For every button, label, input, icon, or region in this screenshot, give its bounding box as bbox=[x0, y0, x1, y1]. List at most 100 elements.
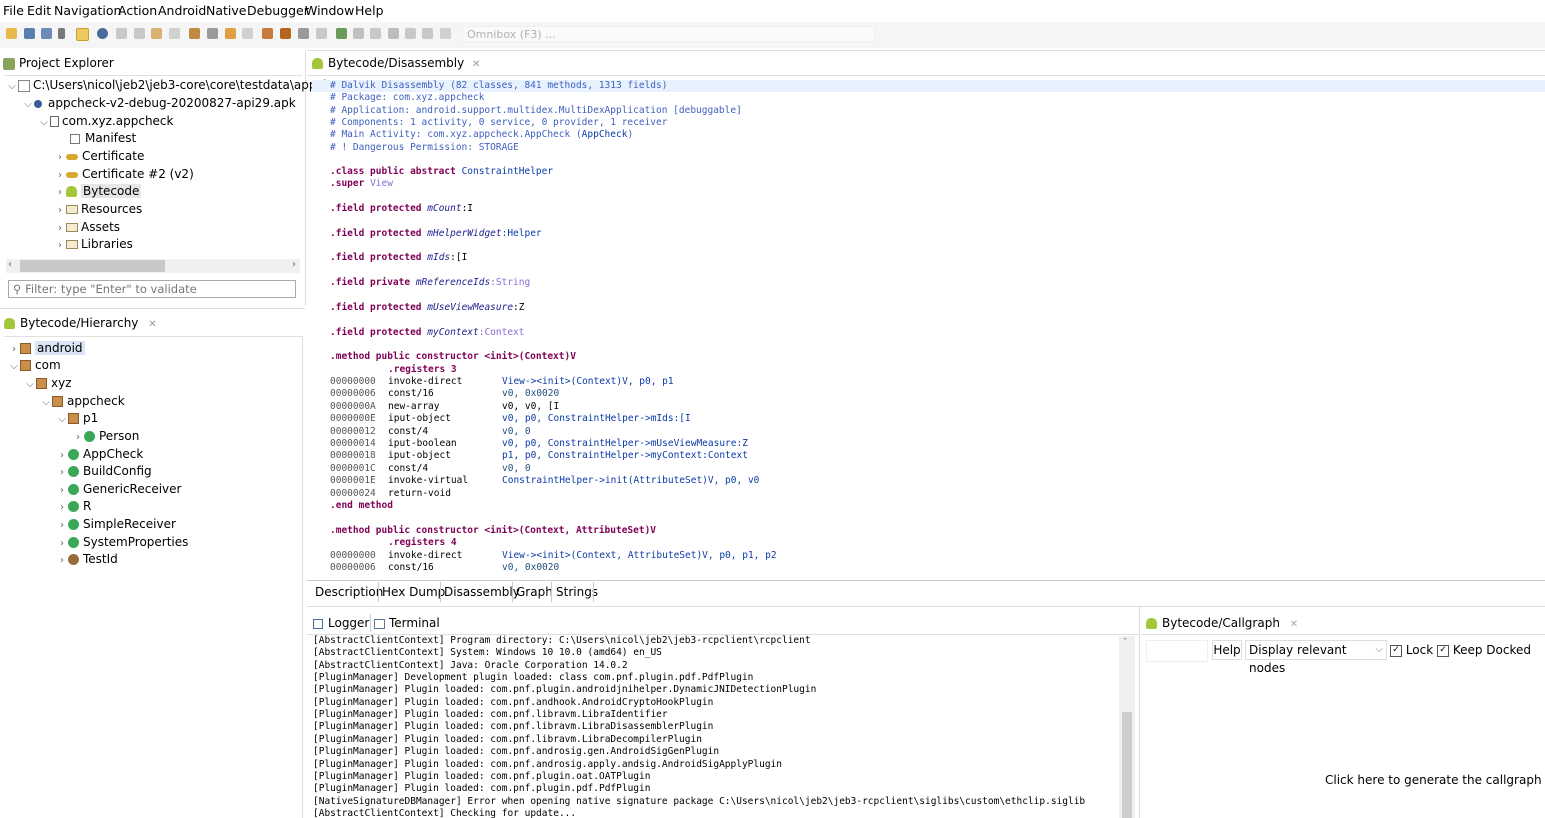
step-out-icon[interactable] bbox=[440, 28, 451, 39]
menu-action[interactable]: Action bbox=[118, 3, 157, 18]
decompile-icon[interactable] bbox=[189, 28, 200, 39]
terminal-tab[interactable]: Terminal bbox=[374, 612, 440, 634]
chevron-down-icon[interactable]: ⌵ bbox=[40, 394, 52, 411]
instruction-line[interactable]: 0000001E invoke-virtual ConstraintHelper->… bbox=[330, 475, 759, 487]
field-name[interactable]: mHelperWidget bbox=[427, 228, 501, 239]
node-appcheck-class[interactable]: › AppCheck bbox=[56, 446, 143, 463]
tree-root-path[interactable]: ⌵ C:\Users\nicol\jeb2\jeb3-core\core\test… bbox=[6, 77, 330, 95]
tab-graph[interactable]: Graph bbox=[516, 583, 553, 601]
globe-icon[interactable] bbox=[97, 28, 108, 39]
instruction-line[interactable]: 00000000 invoke-direct View-><init>(Contex… bbox=[330, 376, 674, 388]
field-name[interactable]: myContext bbox=[427, 327, 478, 338]
tree-package[interactable]: ⌵ com.xyz.appcheck bbox=[38, 113, 173, 130]
close-icon[interactable]: ✕ bbox=[148, 319, 156, 330]
graph-icon[interactable] bbox=[298, 28, 309, 39]
logger-vertical-scrollbar[interactable]: ˆ bbox=[1119, 636, 1135, 818]
chevron-right-icon[interactable]: › bbox=[54, 149, 66, 166]
edit-icon[interactable] bbox=[225, 28, 236, 39]
field-name[interactable]: mReferenceIds bbox=[416, 277, 490, 288]
menu-navigation[interactable]: Navigation bbox=[54, 3, 121, 18]
tree-assets[interactable]: › Assets bbox=[54, 219, 120, 236]
field-name[interactable]: mUseViewMeasure bbox=[427, 302, 513, 313]
chevron-right-icon[interactable]: › bbox=[72, 429, 84, 446]
chevron-right-icon[interactable]: › bbox=[54, 237, 66, 254]
open-icon[interactable] bbox=[6, 28, 17, 39]
disassembly-view[interactable]: # Dalvik Disassembly (82 classes, 841 me… bbox=[312, 80, 1545, 578]
search-icon[interactable] bbox=[76, 28, 89, 41]
node-systemproperties[interactable]: › SystemProperties bbox=[56, 534, 188, 551]
instruction-line[interactable]: 0000001C const/4 v0, 0 bbox=[330, 463, 531, 475]
chevron-right-icon[interactable]: › bbox=[56, 552, 68, 569]
chevron-right-icon[interactable]: › bbox=[56, 535, 68, 552]
help-button[interactable]: Help bbox=[1212, 640, 1242, 660]
chevron-down-icon[interactable]: ⌵ bbox=[6, 78, 18, 95]
node-xyz[interactable]: ⌵ xyz bbox=[24, 375, 71, 393]
menu-edit[interactable]: Edit bbox=[27, 3, 51, 18]
chevron-down-icon[interactable]: ⌵ bbox=[24, 376, 36, 393]
node-simplereceiver[interactable]: › SimpleReceiver bbox=[56, 516, 176, 533]
menu-window[interactable]: Window bbox=[305, 3, 354, 18]
chevron-right-icon[interactable]: › bbox=[56, 447, 68, 464]
comment-icon[interactable] bbox=[242, 28, 253, 39]
node-r[interactable]: › R bbox=[56, 498, 91, 515]
lock-checkbox[interactable]: ✓ Lock bbox=[1390, 643, 1433, 657]
rename-icon[interactable] bbox=[207, 28, 218, 39]
menu-help[interactable]: Help bbox=[355, 3, 384, 18]
node-testid[interactable]: › TestId bbox=[56, 551, 118, 568]
omnibox-input[interactable]: Omnibox (F3) ... bbox=[462, 26, 875, 42]
step-over-icon[interactable] bbox=[422, 28, 433, 39]
instruction-line[interactable]: 00000000 invoke-direct View-><init>(Contex… bbox=[330, 550, 777, 562]
callgraph-search-input[interactable] bbox=[1146, 640, 1208, 662]
menu-debugger[interactable]: Debugger bbox=[247, 3, 309, 18]
scroll-left-icon[interactable]: ‹ bbox=[8, 259, 12, 270]
class-name-link[interactable]: ConstraintHelper bbox=[462, 166, 554, 177]
instruction-line[interactable]: 00000014 iput-boolean v0, p0, ConstraintHe… bbox=[330, 438, 748, 450]
packages-icon[interactable] bbox=[280, 28, 291, 39]
chevron-right-icon[interactable]: › bbox=[54, 220, 66, 237]
callgraph-canvas[interactable] bbox=[1142, 666, 1545, 818]
package-icon[interactable] bbox=[262, 28, 273, 39]
save-icon[interactable] bbox=[24, 28, 35, 39]
generate-callgraph-hint[interactable]: Click here to generate the callgraph bbox=[1325, 773, 1542, 787]
node-genericreceiver[interactable]: › GenericReceiver bbox=[56, 481, 181, 498]
chevron-down-icon[interactable]: ⌵ bbox=[8, 358, 20, 375]
back-icon[interactable] bbox=[151, 28, 162, 39]
chevron-right-icon[interactable]: › bbox=[56, 482, 68, 499]
field-name[interactable]: mIds bbox=[427, 252, 450, 263]
logger-output[interactable]: [AbstractClientContext] Program director… bbox=[307, 635, 1117, 818]
close-project-icon[interactable] bbox=[58, 28, 65, 39]
tab-description[interactable]: Description bbox=[315, 583, 383, 601]
properties-icon[interactable] bbox=[41, 28, 52, 39]
instruction-line[interactable]: 00000006 const/16 v0, 0x0020 bbox=[330, 562, 559, 574]
debug-icon[interactable] bbox=[336, 28, 347, 39]
field-name[interactable]: mCount bbox=[427, 203, 461, 214]
chevron-down-icon[interactable]: ⌵ bbox=[56, 411, 68, 428]
forward-icon[interactable] bbox=[169, 28, 180, 39]
close-icon[interactable]: ✕ bbox=[472, 59, 480, 70]
close-icon[interactable]: ✕ bbox=[1290, 619, 1298, 630]
chevron-right-icon[interactable]: › bbox=[54, 184, 66, 201]
node-p1[interactable]: ⌵ p1 bbox=[56, 410, 98, 427]
tree-apk[interactable]: ⌵ appcheck-v2-debug-20200827-api29.apk bbox=[22, 95, 295, 112]
logger-tab[interactable]: Logger bbox=[313, 612, 369, 634]
navigate-icon[interactable] bbox=[116, 28, 127, 39]
node-appcheck[interactable]: ⌵ appcheck bbox=[40, 393, 125, 410]
tree-libraries[interactable]: › Libraries bbox=[54, 236, 133, 253]
instruction-line[interactable]: 00000012 const/4 v0, 0 bbox=[330, 426, 531, 438]
method-signature[interactable]: .method public constructor <init>(Contex… bbox=[330, 351, 576, 363]
hierarchy-icon[interactable] bbox=[316, 28, 327, 39]
menu-native[interactable]: Native bbox=[206, 3, 246, 18]
chevron-down-icon[interactable]: ⌵ bbox=[38, 114, 50, 131]
chevron-right-icon[interactable]: › bbox=[56, 517, 68, 534]
node-com[interactable]: ⌵ com bbox=[8, 357, 60, 375]
instruction-line[interactable]: 00000006 const/16 v0, 0x0020 bbox=[330, 388, 559, 400]
tree-resources[interactable]: › Resources bbox=[54, 201, 142, 218]
instruction-line[interactable]: 0000000E iput-object v0, p0, ConstraintHel… bbox=[330, 413, 691, 425]
tree-bytecode[interactable]: › Bytecode bbox=[54, 183, 142, 201]
node-buildconfig[interactable]: › BuildConfig bbox=[56, 463, 152, 480]
step-into-icon[interactable] bbox=[405, 28, 416, 39]
callgraph-tab[interactable]: Bytecode/Callgraph ✕ bbox=[1146, 612, 1298, 634]
menu-file[interactable]: File bbox=[3, 3, 24, 18]
chevron-right-icon[interactable]: › bbox=[54, 202, 66, 219]
chevron-right-icon[interactable]: › bbox=[56, 464, 68, 481]
